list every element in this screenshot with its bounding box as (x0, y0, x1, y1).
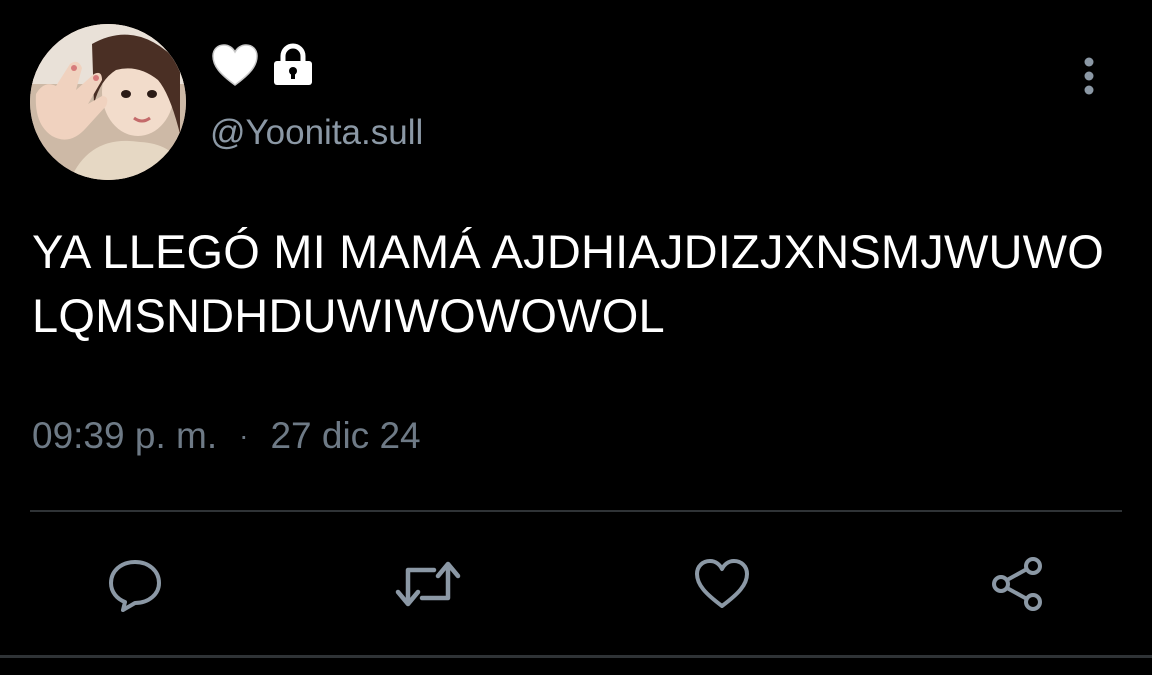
tweet-text: YA LLEGÓ MI MAMÁ AJDHIAJDIZJXNSMJWUWO LQ… (32, 225, 1104, 342)
tweet-time[interactable]: 09:39 p. m. (32, 412, 217, 460)
user-handle[interactable]: @Yoonita.sull (210, 112, 423, 154)
more-vertical-icon (1083, 56, 1095, 96)
divider (30, 510, 1122, 512)
lock-icon (272, 43, 314, 87)
white-heart-icon (210, 42, 260, 88)
tweet-card: @Yoonita.sull YA LLEGÓ MI MAMÁ AJDHIAJDI… (0, 0, 1152, 675)
display-name[interactable] (210, 42, 314, 88)
tweet-meta: 09:39 p. m. · 27 dic 24 (32, 412, 421, 460)
avatar[interactable] (30, 24, 186, 180)
more-options-button[interactable] (1070, 52, 1108, 100)
tweet-date[interactable]: 27 dic 24 (270, 412, 420, 460)
reply-button[interactable] (103, 552, 167, 616)
retweet-button[interactable] (394, 552, 462, 616)
heart-outline-icon (692, 556, 752, 612)
reply-icon (105, 554, 165, 614)
bottom-divider (0, 655, 1152, 658)
share-button[interactable] (985, 552, 1049, 616)
action-bar (0, 552, 1152, 616)
like-button[interactable] (690, 552, 754, 616)
meta-separator: · (239, 420, 249, 451)
share-icon (987, 554, 1047, 614)
avatar-photo (30, 24, 186, 180)
retweet-icon (394, 556, 462, 612)
